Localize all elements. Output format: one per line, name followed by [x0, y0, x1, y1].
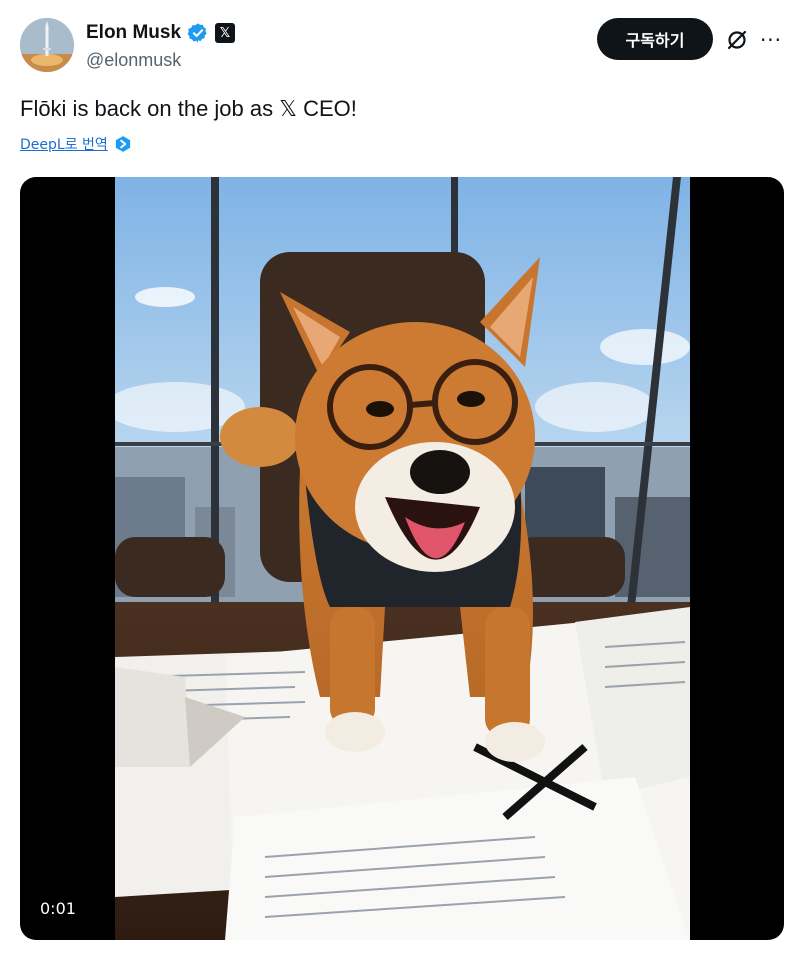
tweet-header: Elon Musk 𝕏 @elonmusk 구독하기 ···	[20, 18, 787, 78]
subscribe-button[interactable]: 구독하기	[597, 18, 713, 60]
shiba-ceo-image	[115, 177, 690, 940]
tweet-text: Flōki is back on the job as 𝕏 CEO!	[20, 96, 357, 121]
user-handle[interactable]: @elonmusk	[86, 50, 235, 71]
video-timestamp: 0:01	[40, 899, 76, 918]
display-name[interactable]: Elon Musk	[86, 22, 181, 44]
video-thumbnail	[115, 177, 690, 940]
video-player[interactable]: 0:01	[20, 177, 784, 940]
deepl-icon[interactable]	[114, 135, 132, 153]
verified-badge-icon	[187, 23, 207, 43]
x-logo-icon[interactable]: 𝕏	[215, 23, 236, 43]
translate-row: DeepL로 번역	[20, 134, 132, 154]
grok-icon[interactable]	[725, 28, 749, 52]
more-options-icon[interactable]: ···	[759, 28, 783, 52]
rocket-avatar-icon	[20, 18, 74, 72]
translate-link[interactable]: DeepL로 번역	[20, 134, 108, 154]
avatar[interactable]	[20, 18, 74, 72]
